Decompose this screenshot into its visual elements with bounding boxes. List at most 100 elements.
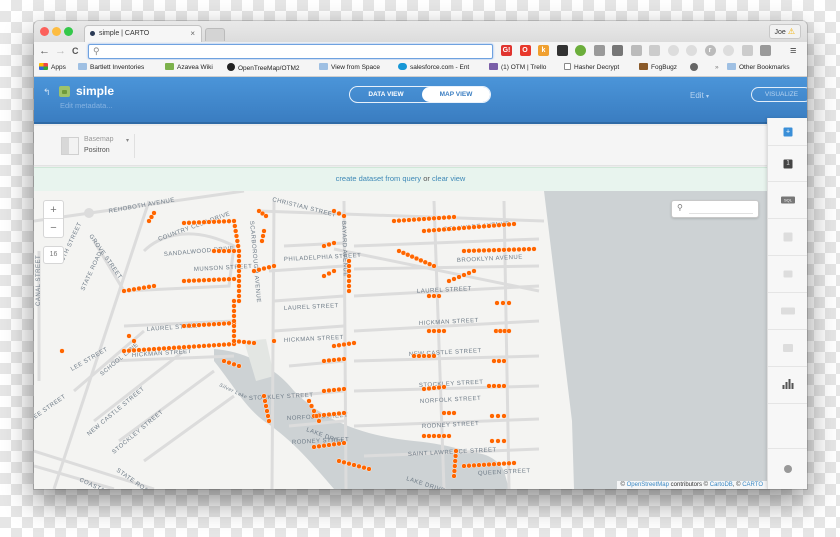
data-point[interactable]: [161, 345, 167, 352]
data-point[interactable]: [346, 341, 352, 347]
data-point[interactable]: [496, 358, 502, 364]
data-point[interactable]: [211, 248, 217, 254]
data-point[interactable]: [321, 412, 327, 418]
data-point[interactable]: [336, 386, 342, 393]
sidebar-item-wizard[interactable]: [768, 219, 807, 256]
data-point[interactable]: [501, 383, 507, 389]
data-point[interactable]: [441, 384, 447, 390]
data-point[interactable]: [506, 300, 512, 306]
data-point[interactable]: [486, 223, 492, 229]
data-point[interactable]: [501, 358, 507, 364]
data-point[interactable]: [446, 214, 452, 220]
data-point[interactable]: [308, 403, 315, 409]
data-point[interactable]: [451, 226, 457, 232]
data-point[interactable]: [346, 273, 352, 279]
data-point[interactable]: [441, 433, 447, 439]
data-point[interactable]: [356, 463, 362, 469]
data-point[interactable]: [326, 357, 332, 364]
data-point[interactable]: [346, 263, 352, 269]
data-point[interactable]: [326, 270, 332, 277]
data-point[interactable]: [396, 248, 402, 254]
data-point[interactable]: [331, 357, 337, 363]
data-point[interactable]: [453, 448, 459, 454]
data-point[interactable]: [331, 240, 337, 246]
reload-icon[interactable]: C: [72, 44, 79, 58]
edit-metadata-link[interactable]: Edit metadata...: [60, 101, 113, 110]
data-point[interactable]: [221, 218, 227, 225]
data-point[interactable]: [331, 411, 337, 417]
data-point[interactable]: [336, 342, 342, 348]
create-dataset-link[interactable]: create dataset from query: [336, 174, 421, 183]
data-point[interactable]: [231, 298, 237, 304]
data-point[interactable]: [351, 462, 357, 468]
data-point[interactable]: [486, 247, 492, 253]
data-point[interactable]: [456, 225, 462, 231]
data-point[interactable]: [421, 386, 427, 392]
sidebar-item-layer-1[interactable]: 1: [768, 146, 807, 182]
data-point[interactable]: [196, 322, 202, 328]
data-point[interactable]: [494, 300, 500, 306]
camera-icon[interactable]: [593, 45, 605, 56]
bookmark-emoji[interactable]: [690, 63, 701, 74]
bookmark-azavea-wiki[interactable]: Azavea Wiki: [165, 63, 213, 73]
data-point[interactable]: [431, 227, 437, 233]
data-point[interactable]: [481, 462, 487, 468]
data-point[interactable]: [151, 346, 157, 352]
data-point[interactable]: [431, 293, 437, 299]
data-point[interactable]: [231, 361, 237, 367]
data-point[interactable]: [431, 263, 437, 269]
data-point[interactable]: [251, 340, 257, 346]
data-point[interactable]: [206, 277, 212, 283]
data-point[interactable]: [341, 440, 347, 446]
data-point[interactable]: [264, 408, 270, 414]
data-point[interactable]: [261, 393, 267, 399]
data-point[interactable]: [226, 248, 232, 254]
data-point[interactable]: [495, 413, 501, 419]
data-point[interactable]: [201, 219, 207, 225]
m-icon[interactable]: [686, 45, 697, 56]
data-view-tab[interactable]: DATA VIEW: [350, 87, 422, 102]
minimize-window-button[interactable]: [52, 27, 61, 36]
profile-button[interactable]: Joe ⚠: [768, 24, 801, 39]
data-point[interactable]: [495, 438, 501, 444]
data-point[interactable]: [191, 277, 197, 284]
data-point[interactable]: [496, 383, 502, 389]
data-point[interactable]: [421, 228, 427, 234]
data-point[interactable]: [311, 408, 317, 414]
data-point[interactable]: [211, 342, 217, 348]
data-point[interactable]: [502, 328, 508, 334]
data-point[interactable]: [196, 219, 202, 226]
data-point[interactable]: [405, 252, 411, 258]
map-canvas[interactable]: REHOBOTH AVENUE CHRISTIAN STREET COUNTRY…: [34, 191, 767, 489]
data-point[interactable]: [511, 460, 517, 466]
data-point[interactable]: [466, 248, 472, 254]
data-point[interactable]: [466, 463, 472, 469]
visualize-button[interactable]: VISUALIZE: [751, 87, 807, 102]
data-point[interactable]: [406, 217, 412, 223]
opera-icon[interactable]: O: [519, 45, 531, 56]
data-point[interactable]: [446, 410, 452, 416]
data-point[interactable]: [316, 418, 322, 424]
data-point[interactable]: [226, 218, 232, 224]
data-point[interactable]: [336, 441, 342, 447]
data-point[interactable]: [236, 248, 242, 254]
data-point[interactable]: [413, 255, 420, 262]
data-point[interactable]: [261, 265, 267, 272]
bookmark-trello[interactable]: (1) OTM | Trello: [489, 63, 546, 73]
data-point[interactable]: [216, 342, 222, 348]
sidebar-item-add-layer[interactable]: +: [768, 118, 807, 146]
data-point[interactable]: [231, 276, 237, 282]
data-point[interactable]: [263, 403, 269, 409]
data-point[interactable]: [211, 219, 217, 225]
data-point[interactable]: [256, 267, 262, 273]
eyedropper-icon[interactable]: [575, 45, 586, 56]
data-point[interactable]: [216, 276, 222, 283]
data-point[interactable]: [436, 215, 442, 221]
note-icon[interactable]: [760, 45, 771, 56]
data-point[interactable]: [326, 387, 332, 394]
data-point[interactable]: [500, 300, 506, 306]
data-point[interactable]: [496, 222, 502, 228]
data-point[interactable]: [481, 223, 487, 229]
sidebar-item-add-element[interactable]: [768, 449, 807, 489]
data-point[interactable]: [466, 270, 472, 276]
